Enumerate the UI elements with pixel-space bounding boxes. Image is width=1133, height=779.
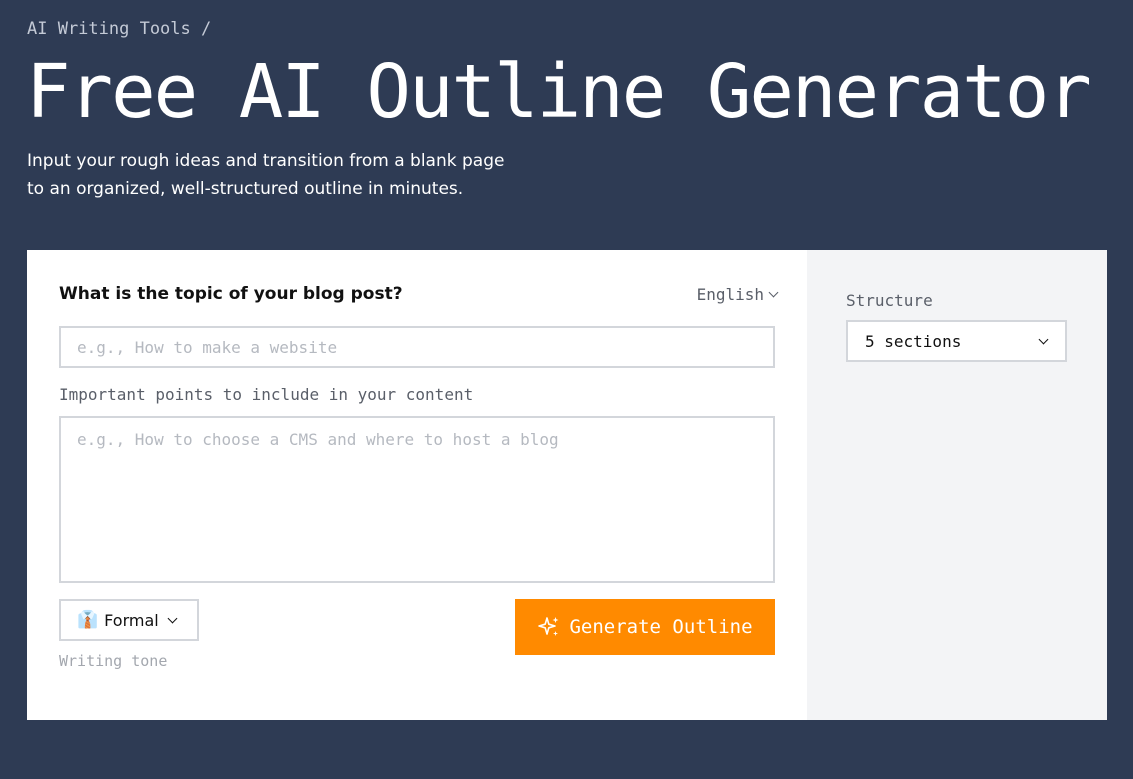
chevron-down-icon xyxy=(1038,334,1049,344)
writing-tone-caption: Writing tone xyxy=(59,652,168,670)
structure-value: 5 sections xyxy=(865,331,962,351)
structure-label: Structure xyxy=(846,291,933,310)
subtitle-line-1: Input your rough ideas and transition fr… xyxy=(27,151,505,171)
writing-tone-value: Formal xyxy=(104,610,159,630)
language-value: English xyxy=(696,285,764,304)
topic-input[interactable] xyxy=(59,326,775,368)
generate-outline-button[interactable]: Generate Outline xyxy=(515,599,775,655)
page-subtitle: Input your rough ideas and transition fr… xyxy=(27,147,547,203)
page: AI Writing Tools / Free AI Outline Gener… xyxy=(0,0,1133,779)
points-label: Important points to include in your cont… xyxy=(59,385,474,404)
chevron-down-icon xyxy=(167,613,178,623)
writing-tone-select[interactable]: 👔 Formal xyxy=(59,599,199,641)
options-panel: Structure 5 sections xyxy=(807,250,1107,720)
page-title: Free AI Outline Generator xyxy=(26,49,1092,135)
man-office-worker-icon: 👔 xyxy=(77,609,99,630)
points-textarea[interactable] xyxy=(59,416,775,583)
breadcrumb[interactable]: AI Writing Tools / xyxy=(27,19,211,39)
generator-form: What is the topic of your blog post? Eng… xyxy=(27,250,807,720)
subtitle-line-2: to an organized, well-structured outline… xyxy=(27,179,464,199)
structure-select[interactable]: 5 sections xyxy=(846,320,1067,362)
generator-card: What is the topic of your blog post? Eng… xyxy=(27,250,1107,720)
generate-outline-label: Generate Outline xyxy=(569,616,753,638)
chevron-down-icon xyxy=(768,287,779,298)
language-select[interactable]: English xyxy=(696,285,779,304)
sparkles-icon xyxy=(537,615,561,639)
topic-label: What is the topic of your blog post? xyxy=(59,284,403,304)
